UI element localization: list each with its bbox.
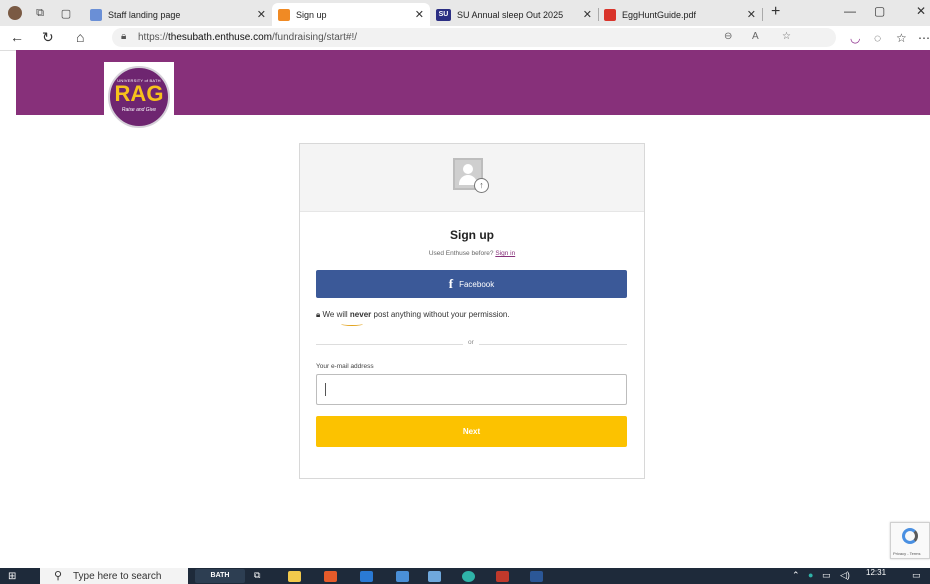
- bath-app-icon[interactable]: BATH: [195, 569, 245, 583]
- battery-icon[interactable]: ▭: [822, 570, 831, 581]
- recaptcha-badge[interactable]: Privacy - Terms: [890, 522, 930, 559]
- next-button[interactable]: Next: [316, 416, 627, 447]
- windows-start-icon[interactable]: ⊞: [8, 571, 16, 582]
- edge-icon[interactable]: [462, 571, 475, 582]
- logo-tagline: Raise and Give: [121, 107, 157, 113]
- minimize-icon[interactable]: —: [844, 4, 856, 18]
- close-tab-icon[interactable]: ✕: [257, 8, 266, 21]
- outlook-icon[interactable]: [360, 571, 373, 582]
- app-icon[interactable]: [324, 571, 337, 582]
- signup-card: ↑ Sign up Used Enthuse before? Sign in f…: [299, 143, 645, 479]
- page-title: Sign up: [450, 228, 494, 242]
- taskbar-search[interactable]: ⚲ Type here to search: [40, 568, 188, 584]
- logo-rag-text: RAG: [114, 81, 164, 106]
- close-tab-icon[interactable]: ✕: [583, 8, 592, 21]
- upload-photo-icon[interactable]: ↑: [474, 178, 489, 193]
- new-tab-button[interactable]: +: [771, 3, 780, 21]
- zoom-icon[interactable]: ⊖: [724, 31, 732, 42]
- tab-title: EggHuntGuide.pdf: [622, 9, 697, 20]
- profile-avatar-icon[interactable]: [8, 6, 22, 20]
- workspaces-icon[interactable]: ⧉: [32, 5, 48, 21]
- browser-essentials-icon[interactable]: ◌: [874, 31, 881, 45]
- favorites-icon[interactable]: ☆: [896, 31, 907, 45]
- volume-icon[interactable]: ◁): [840, 570, 850, 581]
- network-icon[interactable]: ●: [808, 570, 813, 580]
- close-tab-icon[interactable]: ✕: [747, 8, 756, 21]
- signin-prompt: Used Enthuse before? Sign in: [428, 250, 516, 257]
- read-aloud-icon[interactable]: A: [752, 31, 759, 42]
- staff-page-favicon-icon: [90, 8, 102, 21]
- home-icon[interactable]: ⌂: [76, 29, 84, 45]
- favorite-star-icon[interactable]: ☆: [782, 31, 791, 42]
- facebook-signup-button[interactable]: f Facebook: [316, 270, 627, 298]
- tab-title: SU Annual sleep Out 2025: [457, 9, 564, 20]
- recaptcha-icon: [902, 528, 918, 544]
- pdf-favicon-icon: [604, 8, 616, 21]
- address-bar[interactable]: 🔒︎ https://thesubath.enthuse.com/fundrai…: [112, 28, 836, 47]
- back-arrow-icon[interactable]: ←: [10, 29, 24, 45]
- text-caret: [325, 383, 326, 396]
- tab-staff-landing[interactable]: Staff landing page ✕: [84, 3, 272, 26]
- enthuse-favicon-icon: [278, 8, 290, 21]
- lock-icon[interactable]: 🔒︎: [121, 31, 126, 42]
- notifications-icon[interactable]: ▭: [912, 570, 921, 581]
- rag-logo[interactable]: UNIVERSITY of BATH RAG Raise and Give: [108, 66, 170, 128]
- tab-egg-hunt-pdf[interactable]: EggHuntGuide.pdf ✕: [598, 3, 763, 26]
- windows-taskbar: ⊞ ⚲ Type here to search BATH ⧉ ⌃ ● ▭ ◁) …: [0, 568, 930, 584]
- recaptcha-links[interactable]: Privacy - Terms: [893, 551, 920, 556]
- notepad-icon[interactable]: [428, 571, 441, 582]
- card-header: ↑: [300, 144, 644, 212]
- search-placeholder: Type here to search: [73, 571, 162, 582]
- email-field[interactable]: [316, 374, 627, 405]
- email-label: Your e-mail address: [316, 363, 374, 370]
- privacy-notice: 🔒︎ We will never post anything without y…: [316, 310, 510, 326]
- url-text[interactable]: https://thesubath.enthuse.com/fundraisin…: [138, 32, 357, 43]
- or-divider-text: or: [463, 339, 479, 346]
- facebook-button-label: Facebook: [459, 279, 495, 289]
- window-close-icon[interactable]: ✕: [916, 4, 926, 18]
- search-icon: ⚲: [54, 570, 63, 582]
- lock-icon: 🔒︎: [316, 310, 321, 319]
- task-view-icon[interactable]: ⧉: [254, 570, 260, 581]
- su-favicon-icon: SU: [436, 8, 451, 21]
- tab-sign-up[interactable]: Sign up ✕: [272, 3, 430, 26]
- extension-icon[interactable]: ◡: [850, 31, 860, 45]
- tab-actions-icon[interactable]: ▢: [58, 5, 74, 21]
- facebook-icon: f: [448, 276, 454, 291]
- tray-chevron-icon[interactable]: ⌃: [792, 570, 800, 581]
- more-options-icon[interactable]: ⋯: [918, 31, 930, 45]
- tab-title: Sign up: [296, 9, 327, 20]
- calculator-icon[interactable]: [396, 571, 409, 582]
- file-explorer-icon[interactable]: [288, 571, 301, 582]
- word-icon[interactable]: [530, 571, 543, 582]
- browser-toolbar: ← ↻ ⌂ 🔒︎ https://thesubath.enthuse.com/f…: [0, 26, 930, 51]
- refresh-icon[interactable]: ↻: [42, 29, 54, 46]
- clock[interactable]: 12:31: [866, 568, 886, 577]
- tab-title: Staff landing page: [108, 9, 181, 20]
- sign-in-link[interactable]: Sign in: [495, 250, 515, 257]
- tab-sleep-out[interactable]: SU SU Annual sleep Out 2025 ✕: [430, 3, 599, 26]
- teams-icon[interactable]: [496, 571, 509, 582]
- restore-icon[interactable]: ▢: [874, 4, 885, 18]
- browser-tab-strip: ⧉ ▢ Staff landing page ✕ Sign up ✕ SU SU…: [0, 0, 930, 26]
- close-tab-icon[interactable]: ✕: [415, 8, 424, 21]
